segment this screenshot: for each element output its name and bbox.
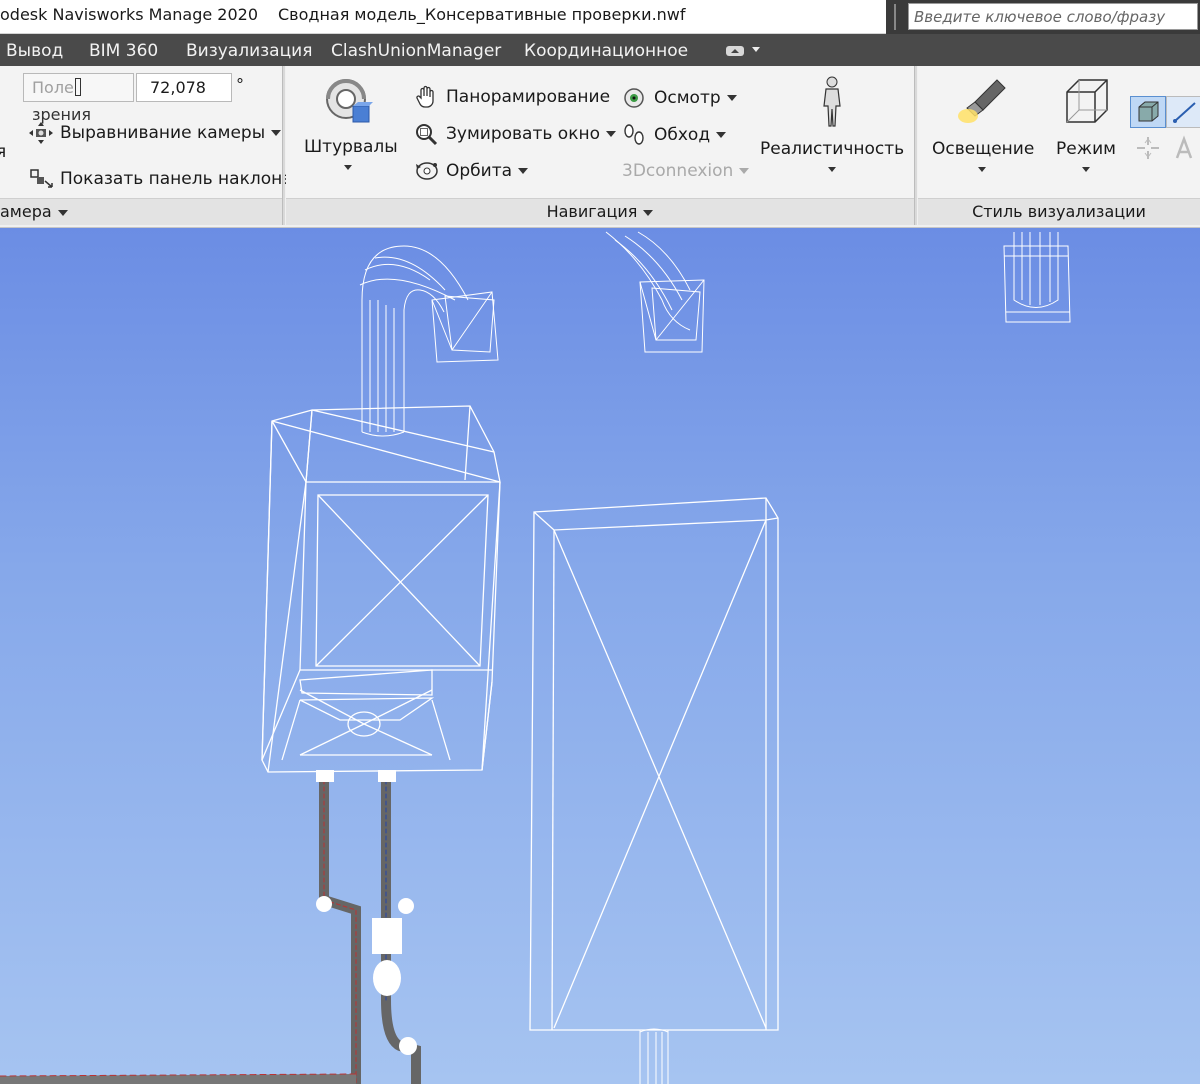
shaded-cube-icon xyxy=(1138,101,1159,122)
camera-panel-footer[interactable]: амера xyxy=(0,198,282,225)
align-camera-button[interactable]: Выравнивание камеры xyxy=(28,118,282,148)
flashlight-icon xyxy=(958,79,1006,123)
tab-visualization[interactable]: Визуализация xyxy=(186,41,312,61)
title-bar: odesk Navisworks Manage 2020 Сводная моде… xyxy=(0,0,1200,34)
tab-bim360[interactable]: BIM 360 xyxy=(89,41,158,61)
render-style-panel-footer[interactable]: Стиль визуализации xyxy=(918,198,1200,225)
line-icon xyxy=(1173,102,1196,123)
pan-button[interactable]: Панорамирование xyxy=(414,82,610,112)
panel-divider xyxy=(914,66,917,225)
show-tilt-bar-button[interactable]: Показать панель наклона xyxy=(28,164,293,194)
navigation-panel-footer[interactable]: Навигация xyxy=(286,198,914,225)
panel-divider xyxy=(282,66,285,225)
chevron-down-icon xyxy=(716,132,727,138)
tab-coordination[interactable]: Координационное xyxy=(524,41,688,61)
text-render-button[interactable] xyxy=(1166,132,1200,164)
chevron-down-icon xyxy=(978,167,986,172)
person-icon xyxy=(823,76,841,127)
tab-output[interactable]: Вывод xyxy=(6,41,63,61)
3d-viewport[interactable] xyxy=(0,228,1200,1084)
tilt-bar-icon xyxy=(30,169,53,188)
search-input[interactable] xyxy=(908,3,1198,30)
ribbon-minimize-button[interactable] xyxy=(724,43,766,59)
lighting-button[interactable]: Освещение xyxy=(932,76,1034,172)
model-wireframe-scene xyxy=(0,231,1071,1084)
full-render-button[interactable] xyxy=(1130,96,1166,128)
chevron-down-icon xyxy=(828,167,836,172)
3dconnexion-button[interactable]: 3Dconnexion xyxy=(622,156,750,186)
fov-value-input[interactable]: 72,078 xyxy=(136,73,232,102)
fov-unit: ° xyxy=(236,75,244,94)
ribbon-tab-bar: Вывод BIM 360 Визуализация ClashUnionMan… xyxy=(0,34,1200,66)
chevron-down-icon xyxy=(1082,167,1090,172)
eye-icon xyxy=(624,88,644,108)
camera-panel: Полезрения 72,078 ° я Выравнивание камер… xyxy=(0,66,293,225)
snap-points-icon xyxy=(1137,137,1159,159)
chevron-down-icon xyxy=(344,165,352,170)
cube-wireframe-icon xyxy=(1066,79,1108,123)
column-stub-wireframe xyxy=(639,1028,669,1084)
chevron-down-icon xyxy=(605,131,616,137)
wireframe-button[interactable] xyxy=(1166,96,1200,128)
orbit-icon xyxy=(416,162,438,180)
steering-wheel-icon xyxy=(326,79,373,123)
magnifier-icon xyxy=(416,124,438,146)
minimize-ribbon-icon xyxy=(726,46,744,56)
middle-pipe-wireframe xyxy=(605,231,705,353)
tab-clash-union-manager[interactable]: ClashUnionManager xyxy=(331,41,501,61)
piping-solid xyxy=(0,770,421,1084)
realism-button[interactable]: Реалистичность xyxy=(760,76,904,172)
cabinet-wireframe xyxy=(529,497,779,1031)
hand-icon xyxy=(416,85,434,108)
search-area xyxy=(886,0,1200,34)
zoom-window-button[interactable]: Зумировать окно xyxy=(414,119,616,149)
file-name: Сводная модель_Консервативные проверки.n… xyxy=(278,5,686,24)
chevron-down-icon xyxy=(271,130,282,136)
app-title: odesk Navisworks Manage 2020 xyxy=(0,5,258,24)
align-camera-icon xyxy=(29,122,53,144)
right-pipe-wireframe xyxy=(1003,232,1071,323)
render-style-panel: Освещение Режим Стиль визуализации xyxy=(918,66,1200,225)
text-icon xyxy=(1175,135,1193,159)
steering-wheels-button[interactable]: Штурвалы xyxy=(304,76,398,170)
chevron-down-icon xyxy=(57,209,68,216)
fov-label: Полезрения xyxy=(23,73,134,124)
look-around-button[interactable]: Осмотр xyxy=(622,83,737,113)
ribbon: Полезрения 72,078 ° я Выравнивание камер… xyxy=(0,66,1200,228)
truncated-label: я xyxy=(0,142,7,162)
navigation-panel: Штурвалы Панорамирование Зумировать окно xyxy=(286,66,914,225)
chevron-down-icon xyxy=(518,168,529,174)
grip-handle-icon xyxy=(894,4,898,30)
walk-button[interactable]: Обход xyxy=(622,120,727,150)
window-title: odesk Navisworks Manage 2020 Сводная моде… xyxy=(0,5,686,24)
footprints-icon xyxy=(624,124,644,145)
mode-button[interactable]: Режим xyxy=(1046,76,1126,172)
orbit-button[interactable]: Орбита xyxy=(414,156,529,186)
chevron-down-icon xyxy=(739,168,750,174)
chevron-down-icon xyxy=(752,47,760,52)
chevron-down-icon xyxy=(643,209,654,216)
boiler-wireframe xyxy=(261,405,501,773)
points-button[interactable] xyxy=(1130,132,1166,164)
chevron-down-icon xyxy=(726,95,737,101)
